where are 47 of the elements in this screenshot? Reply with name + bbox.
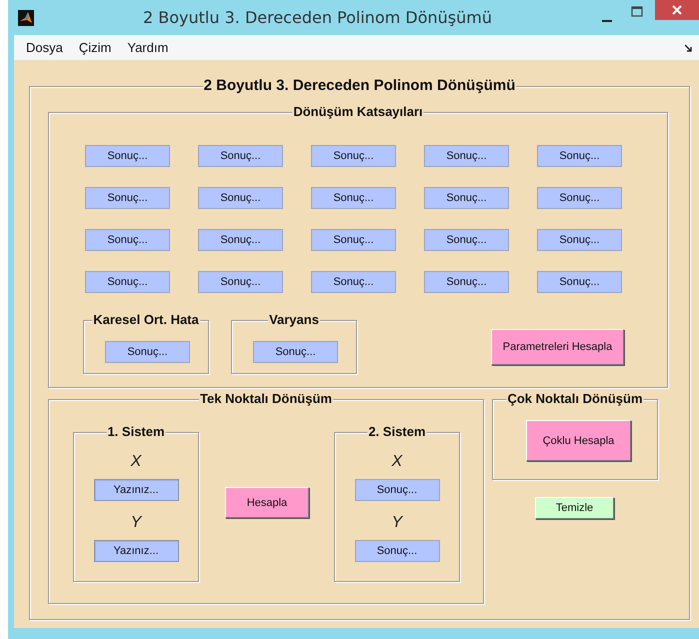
result-box: Sonuç... xyxy=(311,145,396,167)
result-box: Sonuç... xyxy=(424,187,509,209)
result-box: Sonuç... xyxy=(537,229,622,251)
panel-title: Tek Noktalı Dönüşüm xyxy=(199,391,333,407)
result-box: Sonuç... xyxy=(311,229,396,251)
axis-label: Y xyxy=(392,513,402,533)
axis-label: X xyxy=(130,452,142,472)
result-box: Sonuç... xyxy=(198,145,283,167)
panel-title: Çok Noktalı Dönüşüm xyxy=(506,391,644,407)
result-box: Sonuç... xyxy=(198,187,283,209)
result-box: Sonuç... xyxy=(198,229,283,251)
result-box: Sonuç... xyxy=(354,479,440,501)
menu-item[interactable]: Dosya xyxy=(26,40,63,55)
result-box: Sonuç... xyxy=(198,271,283,293)
panel-title: 2 Boyutlu 3. Dereceden Polinom Dönüşümü xyxy=(202,77,516,95)
result-box: Sonuç... xyxy=(311,271,396,293)
close-icon[interactable] xyxy=(655,0,699,20)
axis-label: Y xyxy=(130,513,142,533)
input-field[interactable]: Yazınız... xyxy=(94,540,178,562)
result-box: Sonuç... xyxy=(424,271,509,293)
result-box: Sonuç... xyxy=(85,187,170,209)
result-box: Sonuç... xyxy=(354,540,440,562)
window-title: 2 Boyutlu 3. Dereceden Polinom Dönüşümü xyxy=(142,8,493,27)
result-box: Sonuç... xyxy=(253,341,338,363)
input-field[interactable]: Yazınız... xyxy=(94,479,178,501)
result-box: Sonuç... xyxy=(311,187,396,209)
result-box: Sonuç... xyxy=(537,271,622,293)
result-box: Sonuç... xyxy=(85,145,170,167)
result-box: Sonuç... xyxy=(105,341,190,363)
app-icon xyxy=(18,10,34,26)
panel-title: Dönüşüm Katsayıları xyxy=(292,104,424,120)
result-box: Sonuç... xyxy=(537,187,622,209)
result-box: Sonuç... xyxy=(537,145,622,167)
multi-compute-button[interactable]: Çoklu Hesapla xyxy=(526,420,631,461)
menu-item[interactable]: Yardım xyxy=(127,40,168,55)
axis-label: X xyxy=(392,452,402,472)
dock-arrow-icon[interactable] xyxy=(685,44,693,52)
menu-item[interactable]: Çizim xyxy=(78,40,112,55)
compute-parameters-button[interactable]: Parametreleri Hesapla xyxy=(491,329,624,365)
result-box: Sonuç... xyxy=(424,229,509,251)
panel-title: Varyans xyxy=(268,312,320,328)
result-box: Sonuç... xyxy=(85,229,170,251)
result-box: Sonuç... xyxy=(424,145,509,167)
compute-button[interactable]: Hesapla xyxy=(225,487,309,518)
maximize-icon[interactable] xyxy=(631,6,643,18)
clear-button[interactable]: Temizle xyxy=(535,497,614,519)
result-box: Sonuç... xyxy=(85,271,170,293)
